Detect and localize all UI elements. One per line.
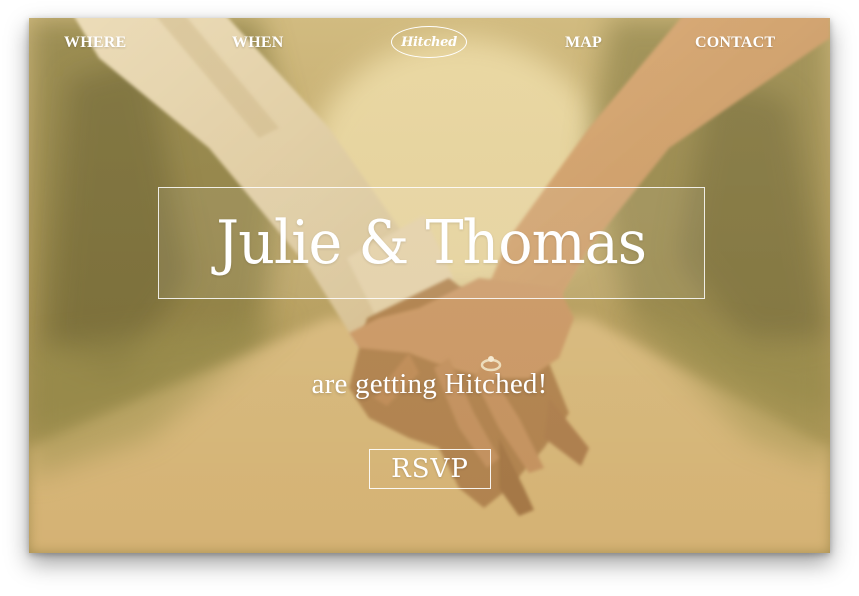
nav-link-where[interactable]: WHERE <box>64 34 126 52</box>
tagline: are getting Hitched! <box>311 368 548 400</box>
nav-link-map[interactable]: MAP <box>565 34 602 52</box>
logo-text: Hitched <box>401 34 457 50</box>
hero-section: WHERE WHEN Hitched MAP CONTACT Julie & T… <box>29 18 830 553</box>
hitched-logo[interactable]: Hitched <box>391 26 467 58</box>
rsvp-button[interactable]: RSVP <box>369 449 491 489</box>
nav-link-contact[interactable]: CONTACT <box>695 34 775 52</box>
nav-link-when[interactable]: WHEN <box>232 34 283 52</box>
couple-names-title: Julie & Thomas <box>216 208 648 278</box>
couple-names-box: Julie & Thomas <box>158 187 705 299</box>
top-nav: WHERE WHEN Hitched MAP CONTACT <box>29 18 830 70</box>
